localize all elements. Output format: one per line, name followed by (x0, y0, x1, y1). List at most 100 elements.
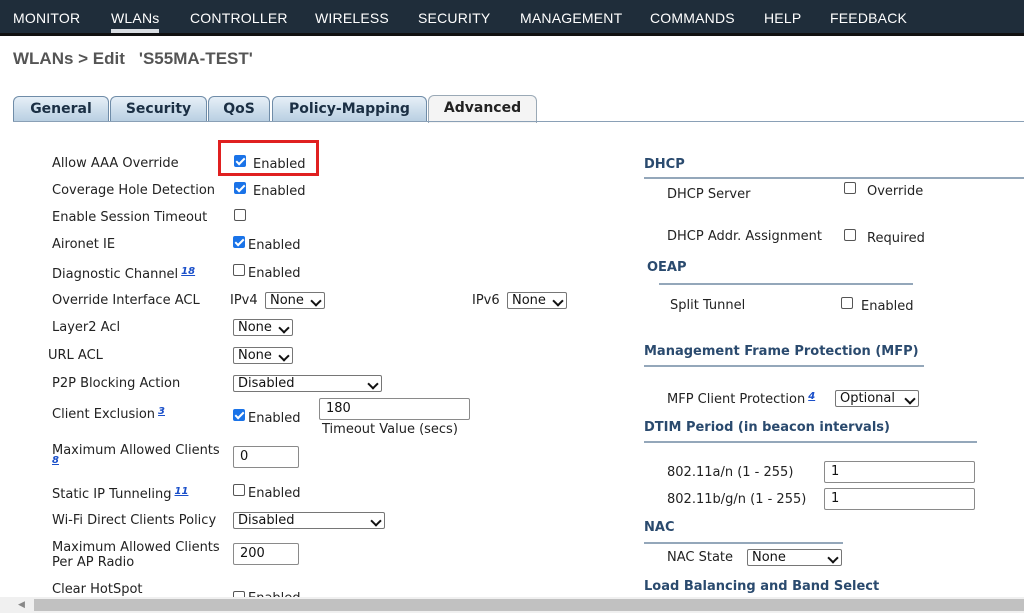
tab-policy-mapping[interactable]: Policy-Mapping (272, 96, 427, 121)
chevron-down-icon (904, 393, 916, 405)
scroll-left-icon[interactable]: ◀ (18, 600, 25, 610)
label-max-clients: Maximum Allowed Clients (52, 443, 220, 458)
label-layer2-acl: Layer2 Acl (52, 320, 121, 335)
max-clients-ap-input[interactable]: 200 (233, 543, 299, 565)
label-client-exclusion: Client Exclusion 3 (52, 406, 165, 422)
dtim-b-input[interactable]: 1 (824, 488, 975, 510)
label-diagnostic-channel: Diagnostic Channel 18 (52, 266, 196, 282)
ipv4-label: IPv4 (230, 293, 258, 308)
nac-divider (644, 542, 843, 544)
layer2-acl-select[interactable]: None (233, 319, 293, 336)
nav-help[interactable]: HELP (764, 10, 801, 26)
dhcp-divider (644, 177, 1024, 179)
nav-feedback[interactable]: FEEDBACK (830, 10, 907, 26)
chevron-down-icon (552, 295, 564, 307)
label-nac-state: NAC State (667, 550, 734, 565)
tab-advanced[interactable]: Advanced (428, 95, 537, 123)
dtim-divider (644, 441, 977, 443)
dhcp-assignment-checkbox[interactable] (844, 229, 856, 241)
page-title: WLANs > Edit 'S55MA-TEST' (13, 49, 253, 69)
label-wifi-direct: Wi-Fi Direct Clients Policy (52, 513, 217, 528)
label-clear-hotspot: Clear HotSpot (52, 582, 143, 597)
label-dhcp-assignment: DHCP Addr. Assignment (667, 229, 822, 244)
ipv4-acl-select[interactable]: None (265, 292, 325, 309)
load-balancing-title: Load Balancing and Band Select (644, 579, 880, 594)
client-exclusion-checkbox[interactable] (233, 409, 245, 421)
nav-controller[interactable]: CONTROLLER (190, 10, 288, 26)
label-p2p: P2P Blocking Action (52, 376, 181, 391)
mfp-title: Management Frame Protection (MFP) (644, 344, 919, 359)
diagnostic-channel-ref[interactable]: 18 (181, 266, 195, 277)
aironet-ie-checkbox[interactable] (233, 236, 245, 248)
label-mfp-client: MFP Client Protection 4 (667, 391, 816, 407)
mfp-divider (644, 365, 924, 367)
oeap-divider (659, 283, 913, 285)
nav-monitor[interactable]: MONITOR (13, 10, 80, 26)
static-ip-ref[interactable]: 11 (175, 486, 189, 497)
diagnostic-channel-checkbox[interactable] (233, 264, 245, 276)
label-max-clients-ap-1: Maximum Allowed Clients (52, 540, 220, 555)
label-dtim-a: 802.11a/n (1 - 255) (667, 465, 794, 480)
chevron-down-icon (827, 552, 839, 564)
dhcp-server-checkbox[interactable] (844, 182, 856, 194)
label-dhcp-server: DHCP Server (667, 187, 751, 202)
static-ip-checkbox[interactable] (233, 484, 245, 496)
static-ip-enabled: Enabled (248, 486, 301, 501)
split-tunnel-checkbox[interactable] (841, 297, 853, 309)
chevron-down-icon (278, 350, 290, 362)
nac-select[interactable]: None (747, 549, 842, 566)
ipv6-label: IPv6 (472, 293, 500, 308)
label-allow-aaa: Allow AAA Override (52, 156, 179, 171)
label-aironet-ie: Aironet IE (52, 237, 116, 252)
max-clients-ref: 8 (52, 455, 59, 466)
nav-commands[interactable]: COMMANDS (650, 10, 735, 26)
split-tunnel-enabled: Enabled (861, 299, 914, 314)
label-url-acl: URL ACL (48, 348, 103, 363)
client-exclusion-ref[interactable]: 3 (158, 406, 165, 417)
client-exclusion-enabled: Enabled (248, 411, 301, 426)
tab-qos[interactable]: QoS (208, 96, 270, 121)
label-override-acl: Override Interface ACL (52, 293, 200, 308)
oeap-title: OEAP (647, 260, 687, 275)
label-split-tunnel: Split Tunnel (670, 298, 746, 313)
nac-title: NAC (644, 520, 675, 535)
max-clients-input[interactable]: 0 (233, 446, 299, 468)
timeout-label: Timeout Value (secs) (322, 422, 458, 437)
wlan-name: 'S55MA-TEST' (138, 49, 253, 68)
nav-management[interactable]: MANAGEMENT (520, 10, 622, 26)
nav-wireless[interactable]: WIRELESS (315, 10, 389, 26)
highlight-box (218, 140, 319, 176)
dtim-title: DTIM Period (in beacon intervals) (644, 420, 890, 435)
dhcp-title: DHCP (644, 157, 685, 172)
tab-security[interactable]: Security (110, 96, 207, 121)
wifi-direct-select[interactable]: Disabled (233, 512, 385, 529)
chevron-down-icon (310, 295, 322, 307)
tab-general[interactable]: General (13, 96, 109, 121)
scrollbar-thumb[interactable] (34, 599, 1024, 611)
ipv6-acl-select[interactable]: None (507, 292, 567, 309)
mfp-ref[interactable]: 4 (808, 391, 815, 402)
session-timeout-checkbox[interactable] (234, 209, 246, 221)
label-session-timeout: Enable Session Timeout (52, 210, 208, 225)
nav-wlans[interactable]: WLANs (111, 10, 160, 33)
top-nav: MONITOR WLANs CONTROLLER WIRELESS SECURI… (0, 0, 1024, 36)
nav-security[interactable]: SECURITY (418, 10, 490, 26)
breadcrumb: WLANs > Edit (13, 49, 125, 68)
label-max-clients-ap-2: Per AP Radio (52, 555, 135, 570)
dhcp-assignment-required: Required (867, 231, 925, 246)
chevron-down-icon (278, 322, 290, 334)
coverage-hole-checkbox[interactable] (234, 182, 246, 194)
diagnostic-channel-enabled: Enabled (248, 266, 301, 281)
chevron-down-icon (370, 515, 382, 527)
p2p-select[interactable]: Disabled (233, 375, 382, 392)
label-dtim-b: 802.11b/g/n (1 - 255) (667, 492, 807, 507)
label-static-ip: Static IP Tunneling 11 (52, 486, 189, 502)
aironet-ie-enabled: Enabled (248, 238, 301, 253)
url-acl-select[interactable]: None (233, 347, 293, 364)
horizontal-scrollbar[interactable]: ◀ (0, 597, 1024, 613)
timeout-input[interactable]: 180 (319, 398, 470, 420)
mfp-select[interactable]: Optional (835, 390, 919, 407)
tab-divider (13, 121, 1024, 122)
coverage-hole-enabled: Enabled (253, 184, 306, 199)
dtim-a-input[interactable]: 1 (824, 461, 975, 483)
